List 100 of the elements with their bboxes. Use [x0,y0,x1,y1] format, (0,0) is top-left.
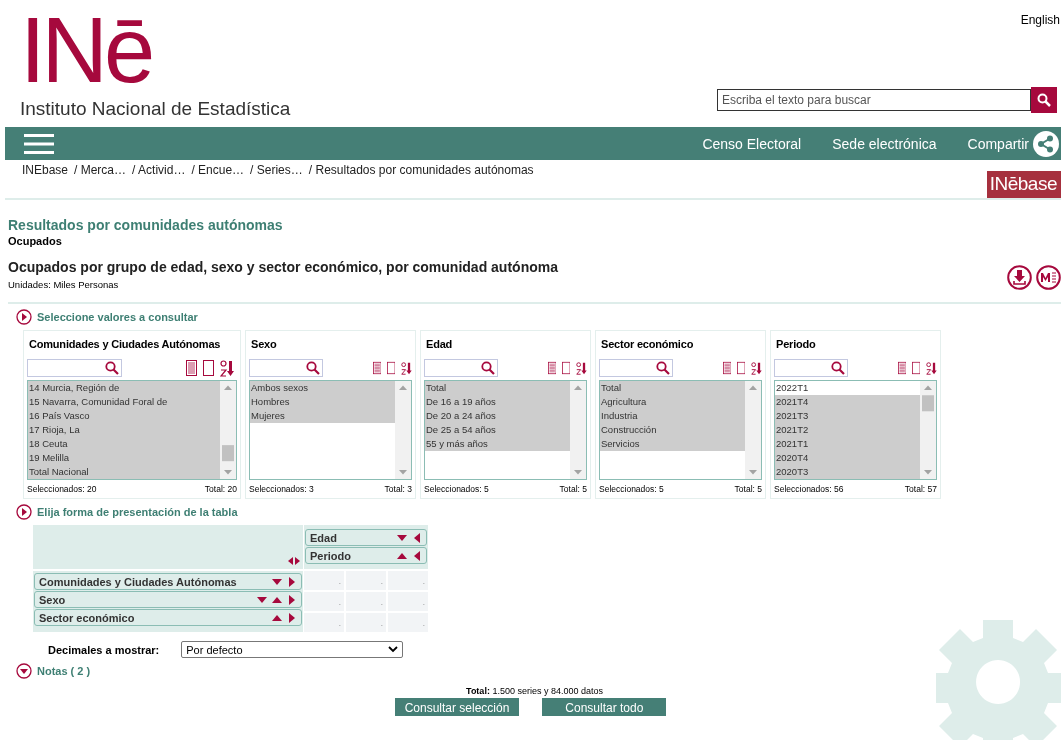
select-all-icon[interactable] [722,360,731,376]
list-option[interactable]: 14 Murcia, Región de [28,381,220,395]
deselect-icon[interactable] [203,360,214,376]
circle-down-icon[interactable] [16,663,32,679]
sort-icon[interactable] [220,359,234,377]
inebase-logo[interactable]: INēbase [986,171,1061,198]
breadcrumb-link[interactable]: / Activid… [132,163,186,198]
filter-field[interactable] [424,359,498,377]
arrow-left-icon[interactable] [412,550,422,561]
list-option[interactable]: 2021T4 [775,395,920,409]
filter-field[interactable] [27,359,122,377]
select-all-icon[interactable] [372,360,381,376]
consult-button[interactable]: Consultar selección [394,698,520,716]
dimension-chip[interactable]: Sector económico [34,609,302,626]
menu-icon[interactable] [24,132,54,155]
list-option[interactable]: 17 Rioja, La [28,423,220,437]
deselect-icon[interactable] [561,360,571,376]
list-option[interactable]: 2020T4 [775,451,920,465]
select-all-icon[interactable] [897,360,906,376]
ine-logo[interactable]: INē [20,4,291,96]
circle-right-icon[interactable] [16,504,32,520]
scroll-bar[interactable] [220,381,236,479]
deselect-icon[interactable] [736,360,746,376]
list-option[interactable]: Agricultura [600,395,745,409]
filter-field[interactable] [249,359,323,377]
list-option[interactable]: 2022T1 [775,381,920,395]
sort-icon[interactable] [751,359,762,377]
search-field[interactable]: Escriba el texto para buscar [717,89,1031,111]
list-option[interactable]: 16 País Vasco [28,409,220,423]
circle-right-icon[interactable] [16,309,32,325]
list-option[interactable]: 2021T3 [775,409,920,423]
consult-button[interactable]: Consultar todo [542,698,667,716]
list-option[interactable]: Mujeres [250,409,395,423]
list-option[interactable]: Industria [600,409,745,423]
table-cell: . [388,592,428,611]
scroll-bar[interactable] [395,381,411,479]
arrow-right-icon[interactable] [287,576,297,587]
arrow-down-icon[interactable] [257,594,267,605]
share-icon[interactable] [1033,130,1059,157]
search-button[interactable] [1031,87,1057,113]
arrow-right-icon[interactable] [287,612,297,623]
list-option[interactable]: Total [600,381,745,395]
scroll-bar[interactable] [570,381,586,479]
variable-title: Comunidades y Ciudades Autónomas [28,337,222,352]
list-option[interactable]: 2020T3 [775,465,920,479]
select-all-icon[interactable] [547,360,556,376]
sort-icon[interactable] [576,359,587,377]
arrow-down-icon[interactable] [397,532,407,543]
sort-icon[interactable] [926,359,937,377]
list-option[interactable]: Construcción [600,423,745,437]
search-icon[interactable] [305,361,320,375]
search-icon[interactable] [480,361,495,375]
list-option[interactable]: De 16 a 19 años [425,395,570,409]
breadcrumb-link[interactable]: / Encue… [191,163,245,198]
swap-icon[interactable] [288,557,300,565]
scroll-bar[interactable] [745,381,761,479]
download-icon[interactable] [1007,265,1032,290]
arrow-right-icon[interactable] [287,594,297,605]
breadcrumb-link[interactable]: / Series… [250,163,303,198]
sort-icon[interactable] [401,359,412,377]
section-toggle[interactable]: Elija forma de presentación de la tabla [37,506,238,518]
language-link[interactable]: English [1020,13,1060,27]
filter-field[interactable] [774,359,848,377]
list-option[interactable]: Servicios [600,437,745,451]
section-toggle[interactable]: Seleccione valores a consultar [37,311,198,323]
dimension-chip[interactable]: Edad [305,529,427,546]
nav-link[interactable]: Sede electrónica [832,135,937,152]
deselect-icon[interactable] [911,360,921,376]
scroll-bar[interactable] [920,381,936,479]
dimension-chip[interactable]: Periodo [305,547,427,564]
breadcrumb-link[interactable]: / Resultados por comunidades autónomas [308,163,534,198]
filter-field[interactable] [599,359,673,377]
list-option[interactable]: 55 y más años [425,437,570,451]
metadata-icon[interactable] [1036,265,1061,290]
list-option[interactable]: 2021T1 [775,437,920,451]
list-option[interactable]: 18 Ceuta [28,437,220,451]
list-option[interactable]: De 25 a 54 años [425,423,570,437]
search-icon[interactable] [830,361,845,375]
list-option[interactable]: Ambos sexos [250,381,395,395]
select-all-icon[interactable] [186,360,197,376]
list-option[interactable]: 15 Navarra, Comunidad Foral de [28,395,220,409]
list-option[interactable]: De 20 a 24 años [425,409,570,423]
deselect-icon[interactable] [386,360,396,376]
search-icon[interactable] [655,361,670,375]
search-icon[interactable] [105,361,119,375]
breadcrumb-link[interactable]: / Merca… [74,163,127,198]
dimension-chip[interactable]: Comunidades y Ciudades Autónomas [34,573,302,590]
list-option[interactable]: Total [425,381,570,395]
list-option[interactable]: 19 Melilla [28,451,220,465]
decimals-select[interactable]: Por defecto [181,641,404,658]
section-toggle[interactable]: Notas ( 2 ) [37,665,91,677]
arrow-down-icon[interactable] [272,576,282,587]
list-option[interactable]: 2021T2 [775,423,920,437]
nav-link[interactable]: Censo Electoral [702,135,802,152]
list-option[interactable]: Hombres [250,395,395,409]
nav-link[interactable]: Compartir [967,135,1029,152]
dimension-chip[interactable]: Sexo [34,591,302,608]
list-option[interactable]: Total Nacional [28,465,220,479]
arrow-left-icon[interactable] [412,532,422,543]
breadcrumb-link[interactable]: INEbase [22,163,69,198]
